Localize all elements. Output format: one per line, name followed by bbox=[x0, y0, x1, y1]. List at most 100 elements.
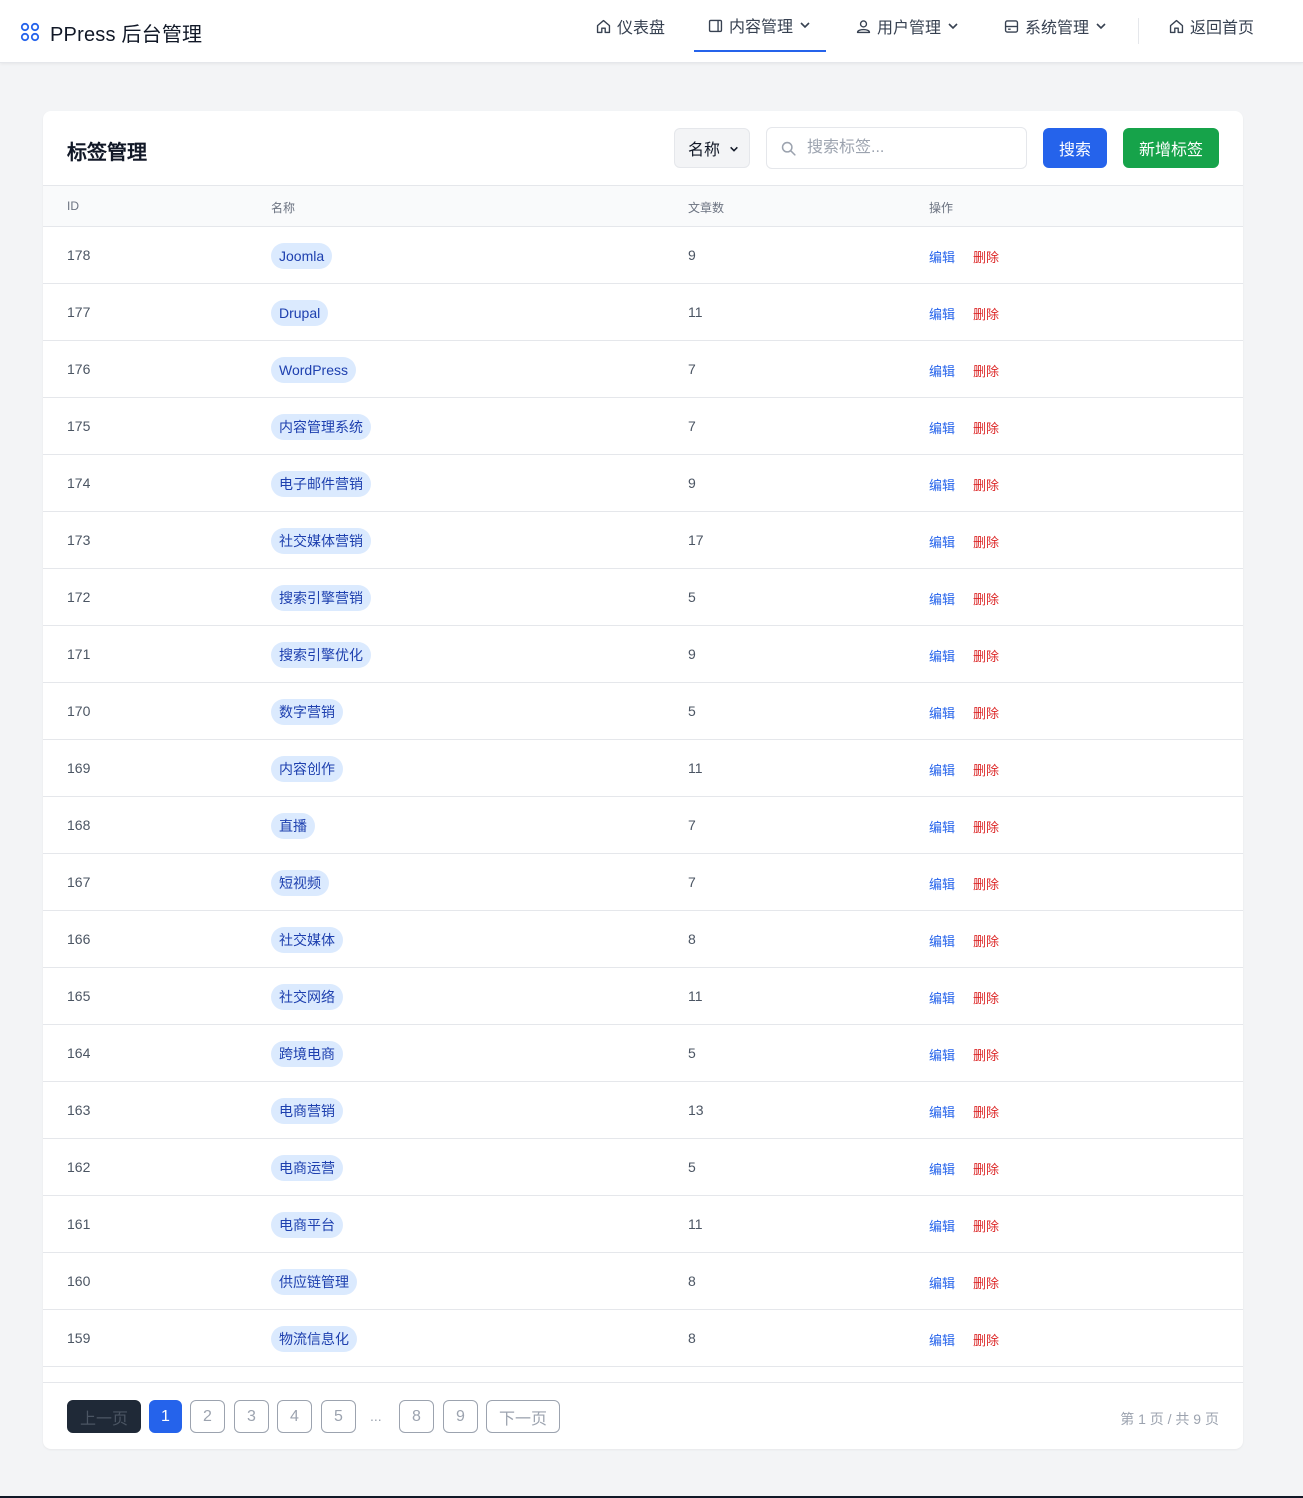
delete-link[interactable]: 删除 bbox=[973, 1102, 999, 1121]
table-row: 177 Drupal 11 编辑 删除 bbox=[43, 284, 1243, 341]
edit-link[interactable]: 编辑 bbox=[929, 874, 955, 893]
tag-id: 160 bbox=[67, 1273, 91, 1289]
delete-link[interactable]: 删除 bbox=[973, 703, 999, 722]
tag-id: 163 bbox=[67, 1102, 91, 1118]
delete-link[interactable]: 删除 bbox=[973, 1216, 999, 1235]
tag-name-badge: 物流信息化 bbox=[271, 1326, 357, 1352]
table-row: 163 电商营销 13 编辑 删除 bbox=[43, 1082, 1243, 1139]
edit-link[interactable]: 编辑 bbox=[929, 1045, 955, 1064]
table-row: 170 数字营销 5 编辑 删除 bbox=[43, 683, 1243, 740]
table-row: 169 内容创作 11 编辑 删除 bbox=[43, 740, 1243, 797]
tag-id: 167 bbox=[67, 874, 91, 890]
article-count: 5 bbox=[688, 1159, 696, 1175]
tag-name-badge: 社交网络 bbox=[271, 984, 343, 1010]
nav-home[interactable]: 返回首页 bbox=[1168, 0, 1254, 52]
delete-link[interactable]: 删除 bbox=[973, 418, 999, 437]
edit-link[interactable]: 编辑 bbox=[929, 589, 955, 608]
tag-id: 159 bbox=[67, 1330, 91, 1346]
tag-id: 175 bbox=[67, 418, 91, 434]
column-header-name: 名称 bbox=[271, 201, 296, 215]
delete-link[interactable]: 删除 bbox=[973, 304, 999, 323]
edit-link[interactable]: 编辑 bbox=[929, 532, 955, 551]
tag-name-badge: 内容创作 bbox=[271, 756, 343, 782]
delete-link[interactable]: 删除 bbox=[973, 1159, 999, 1178]
edit-link[interactable]: 编辑 bbox=[929, 418, 955, 437]
tag-name-badge: WordPress bbox=[271, 357, 356, 383]
delete-link[interactable]: 删除 bbox=[973, 1273, 999, 1292]
edit-link[interactable]: 编辑 bbox=[929, 247, 955, 266]
edit-link[interactable]: 编辑 bbox=[929, 1330, 955, 1349]
delete-link[interactable]: 删除 bbox=[973, 988, 999, 1007]
edit-link[interactable]: 编辑 bbox=[929, 703, 955, 722]
delete-link[interactable]: 删除 bbox=[973, 874, 999, 893]
page-info: 第 1 页 / 共 9 页 bbox=[1120, 1411, 1219, 1427]
table-row: 159 物流信息化 8 编辑 删除 bbox=[43, 1310, 1243, 1367]
search-icon bbox=[781, 141, 796, 156]
brand[interactable]: PPress 后台管理 bbox=[20, 18, 202, 46]
edit-link[interactable]: 编辑 bbox=[929, 988, 955, 1007]
delete-link[interactable]: 删除 bbox=[973, 1045, 999, 1064]
edit-link[interactable]: 编辑 bbox=[929, 1102, 955, 1121]
tag-name-badge: 数字营销 bbox=[271, 699, 343, 725]
delete-link[interactable]: 删除 bbox=[973, 247, 999, 266]
delete-link[interactable]: 删除 bbox=[973, 589, 999, 608]
edit-link[interactable]: 编辑 bbox=[929, 817, 955, 836]
article-count: 11 bbox=[688, 988, 703, 1004]
delete-link[interactable]: 删除 bbox=[973, 475, 999, 494]
tag-name-badge: 电子邮件营销 bbox=[271, 471, 371, 497]
next-page-button[interactable]: 下一页 bbox=[486, 1400, 560, 1433]
table-row: 172 搜索引擎营销 5 编辑 删除 bbox=[43, 569, 1243, 626]
table-row: 168 直播 7 编辑 删除 bbox=[43, 797, 1243, 854]
page-button-2[interactable]: 2 bbox=[190, 1400, 225, 1433]
article-count: 17 bbox=[688, 532, 704, 548]
tag-name-badge: 跨境电商 bbox=[271, 1041, 343, 1067]
edit-link[interactable]: 编辑 bbox=[929, 1216, 955, 1235]
delete-link[interactable]: 删除 bbox=[973, 532, 999, 551]
add-tag-button[interactable]: 新增标签 bbox=[1123, 128, 1219, 168]
edit-link[interactable]: 编辑 bbox=[929, 475, 955, 494]
edit-link[interactable]: 编辑 bbox=[929, 760, 955, 779]
article-count: 11 bbox=[688, 304, 703, 320]
edit-link[interactable]: 编辑 bbox=[929, 1159, 955, 1178]
nav-users-label: 用户管理 bbox=[877, 20, 942, 37]
search-box[interactable] bbox=[766, 127, 1027, 169]
article-count: 8 bbox=[688, 1330, 696, 1346]
article-count: 8 bbox=[688, 1273, 696, 1289]
edit-link[interactable]: 编辑 bbox=[929, 646, 955, 665]
tag-name-badge: 电商平台 bbox=[271, 1212, 343, 1238]
tag-name-badge: 直播 bbox=[271, 813, 315, 839]
nav-users[interactable]: 用户管理 bbox=[855, 0, 959, 52]
article-count: 5 bbox=[688, 1045, 696, 1061]
delete-link[interactable]: 删除 bbox=[973, 646, 999, 665]
brand-title: PPress 后台管理 bbox=[50, 23, 203, 46]
delete-link[interactable]: 删除 bbox=[973, 361, 999, 380]
tag-name-badge: 短视频 bbox=[271, 870, 329, 896]
filter-field-select[interactable]: 名称 bbox=[674, 128, 750, 168]
tag-id: 173 bbox=[67, 532, 91, 548]
page-button-4[interactable]: 4 bbox=[277, 1400, 312, 1433]
delete-link[interactable]: 删除 bbox=[973, 1330, 999, 1349]
edit-link[interactable]: 编辑 bbox=[929, 304, 955, 323]
page-button-5[interactable]: 5 bbox=[321, 1400, 356, 1433]
nav-dashboard[interactable]: 仪表盘 bbox=[595, 0, 665, 52]
page-button-8[interactable]: 8 bbox=[399, 1400, 434, 1433]
page-button-3[interactable]: 3 bbox=[234, 1400, 269, 1433]
table-row: 161 电商平台 11 编辑 删除 bbox=[43, 1196, 1243, 1253]
search-button[interactable]: 搜索 bbox=[1043, 128, 1107, 168]
prev-page-button[interactable]: 上一页 bbox=[67, 1400, 141, 1433]
delete-link[interactable]: 删除 bbox=[973, 931, 999, 950]
nav-system[interactable]: 系统管理 bbox=[1003, 0, 1107, 52]
tags-card: 标签管理 名称 搜索 新增标签 ID 名称 文章数 操作 178Joomla9编… bbox=[43, 111, 1243, 1449]
page-button-9[interactable]: 9 bbox=[443, 1400, 478, 1433]
edit-link[interactable]: 编辑 bbox=[929, 931, 955, 950]
page-button-1[interactable]: 1 bbox=[149, 1400, 182, 1433]
delete-link[interactable]: 删除 bbox=[973, 817, 999, 836]
delete-link[interactable]: 删除 bbox=[973, 760, 999, 779]
tag-name-badge: Drupal bbox=[271, 300, 329, 326]
edit-link[interactable]: 编辑 bbox=[929, 361, 955, 380]
table-row: 173 社交媒体营销 17 编辑 删除 bbox=[43, 512, 1243, 569]
edit-link[interactable]: 编辑 bbox=[929, 1273, 955, 1292]
search-input[interactable] bbox=[807, 136, 1017, 160]
nav-content[interactable]: 内容管理 bbox=[694, 0, 826, 52]
article-count: 11 bbox=[688, 1216, 703, 1232]
